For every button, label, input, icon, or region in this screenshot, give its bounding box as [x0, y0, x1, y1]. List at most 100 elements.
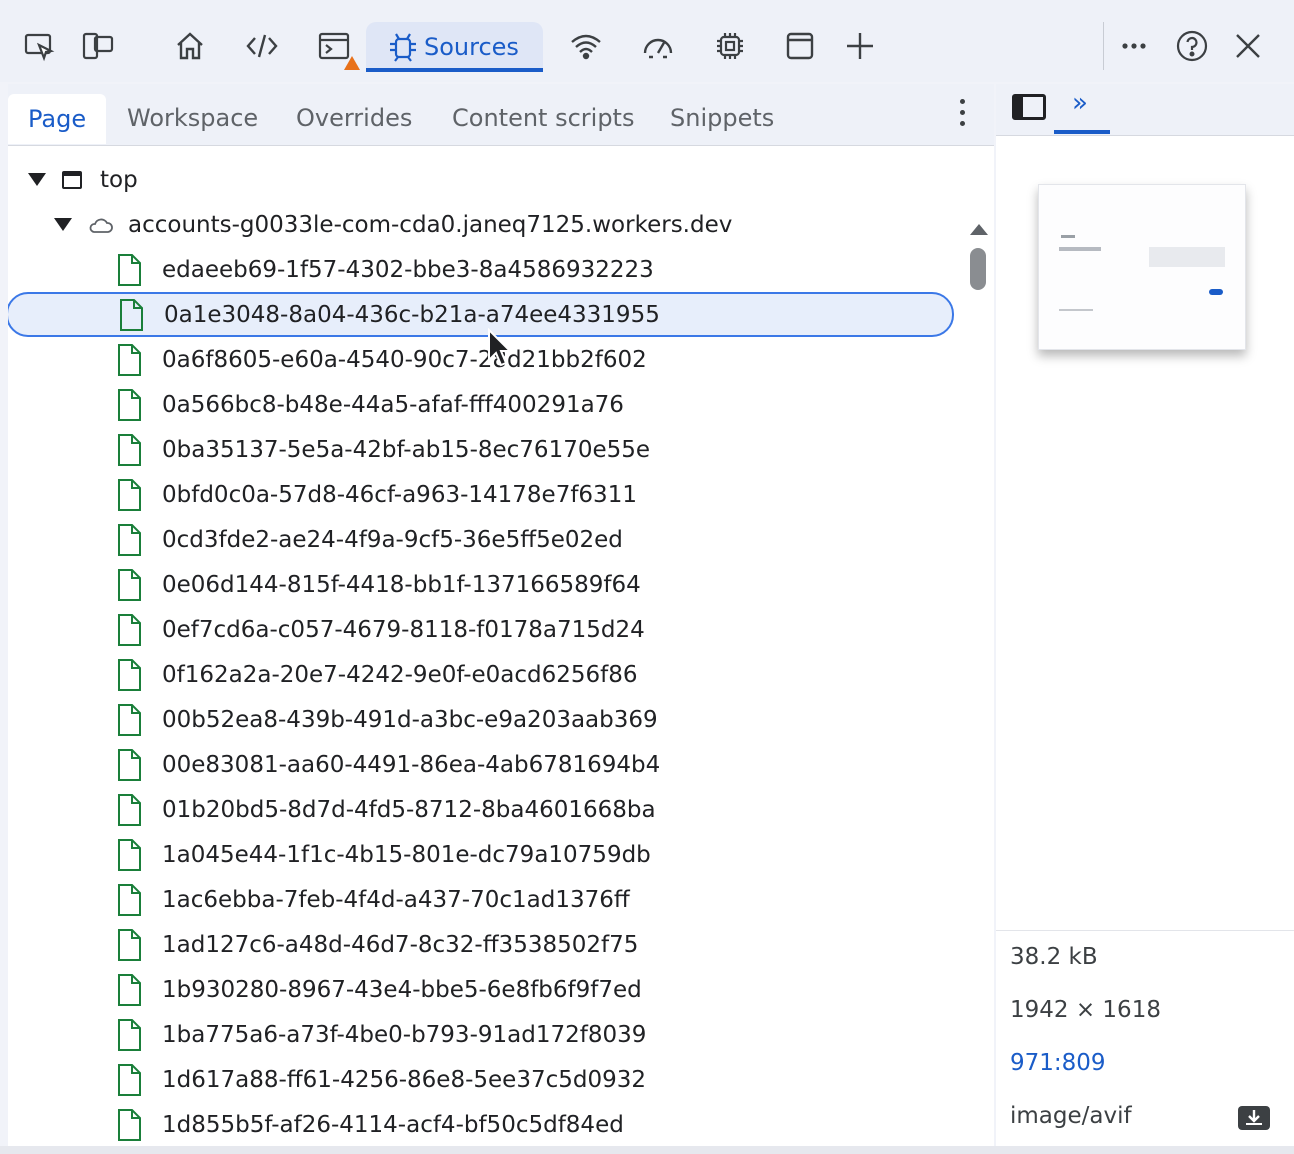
devtools-window: Sources Page Workspace Overrides Content… — [0, 0, 1294, 1154]
tree-file-label: 1ac6ebba-7feb-4f4d-a437-70c1ad1376ff — [162, 886, 630, 913]
tree-file-item[interactable]: 1ac6ebba-7feb-4f4d-a437-70c1ad1376ff — [8, 877, 954, 922]
elements-icon[interactable] — [242, 26, 282, 66]
navigator-menu-icon[interactable] — [952, 92, 972, 132]
tree-node-domain-label: accounts-g0033le-com-cda0.janeq7125.work… — [128, 211, 733, 238]
tree-file-label: 1ba775a6-a73f-4be0-b793-91ad172f8039 — [162, 1021, 647, 1048]
tab-snippets[interactable]: Snippets — [670, 96, 774, 140]
download-icon[interactable] — [1236, 1104, 1272, 1132]
tree-file-label: 0bfd0c0a-57d8-46cf-a963-14178e7f6311 — [162, 481, 637, 508]
active-tab-indicator — [366, 68, 543, 72]
tree-file-item[interactable]: 1ba775a6-a73f-4be0-b793-91ad172f8039 — [8, 1012, 954, 1057]
tree-file-label: 1b930280-8967-43e4-bbe5-6e8fb6f9f7ed — [162, 976, 642, 1003]
tab-content-scripts[interactable]: Content scripts — [452, 96, 634, 140]
performance-icon[interactable] — [638, 26, 678, 66]
file-icon — [118, 433, 141, 466]
frame-icon — [62, 170, 82, 189]
tree-file-item[interactable]: 0a6f8605-e60a-4540-90c7-28d21bb2f602 — [8, 337, 954, 382]
tree-file-label: 00b52ea8-439b-491d-a3bc-e9a203aab369 — [162, 706, 658, 733]
file-icon — [118, 1018, 141, 1051]
file-icon — [118, 793, 141, 826]
tree-file-label: 1ad127c6-a48d-46d7-8c32-ff3538502f75 — [162, 931, 639, 958]
tree-node-domain[interactable]: accounts-g0033le-com-cda0.janeq7125.work… — [8, 202, 954, 247]
file-icon — [118, 1108, 141, 1141]
add-tool-icon[interactable] — [840, 26, 880, 66]
tree-file-item[interactable]: 1ad127c6-a48d-46d7-8c32-ff3538502f75 — [8, 922, 954, 967]
tree-file-item[interactable]: 1d617a88-ff61-4256-86e8-5ee37c5d0932 — [8, 1057, 954, 1102]
file-icon — [118, 478, 141, 511]
file-icon — [118, 748, 141, 781]
tree-file-label: 1a045e44-1f1c-4b15-801e-dc79a10759db — [162, 841, 651, 868]
file-icon — [118, 343, 141, 376]
active-tab-indicator — [1054, 130, 1110, 134]
tree-file-label: 0cd3fde2-ae24-4f9a-9cf5-36e5ff5e02ed — [162, 526, 623, 553]
toolbar-divider — [1103, 22, 1104, 70]
tree-file-label: 0ba35137-5e5a-42bf-ab15-8ec76170e55e — [162, 436, 651, 463]
tree-file-item[interactable]: 0f162a2a-20e7-4242-9e0f-e0acd6256f86 — [8, 652, 954, 697]
file-icon — [118, 703, 141, 736]
tree-file-item[interactable]: 0e06d144-815f-4418-bb1f-137166589f64 — [8, 562, 954, 607]
close-icon[interactable] — [1228, 26, 1268, 66]
tab-overrides[interactable]: Overrides — [296, 96, 412, 140]
tree-file-label: 0f162a2a-20e7-4242-9e0f-e0acd6256f86 — [162, 661, 638, 688]
expand-triangle-icon[interactable] — [54, 218, 72, 231]
application-icon[interactable] — [780, 26, 820, 66]
file-icon — [118, 883, 141, 916]
tree-file-item[interactable]: 00e83081-aa60-4491-86ea-4ab6781694b4 — [8, 742, 954, 787]
tree-file-item[interactable]: 00b52ea8-439b-491d-a3bc-e9a203aab369 — [8, 697, 954, 742]
main-toolbar: Sources — [0, 0, 1294, 82]
tree-file-item[interactable]: 1a045e44-1f1c-4b15-801e-dc79a10759db — [8, 832, 954, 877]
tree-file-item[interactable]: 01b20bd5-8d7d-4fd5-8712-8ba4601668ba — [8, 787, 954, 832]
tree-node-top-label: top — [100, 166, 138, 193]
mouse-cursor-icon — [488, 328, 513, 367]
inspect-icon[interactable] — [20, 26, 60, 66]
tree-file-item[interactable]: 0a1e3048-8a04-436c-b21a-a74ee4331955 — [8, 292, 954, 337]
file-tree: top accounts-g0033le-com-cda0.janeq7125.… — [8, 146, 994, 1146]
file-icon — [118, 568, 141, 601]
tab-sources[interactable]: Sources — [366, 22, 543, 72]
tree-file-label: edaeeb69-1f57-4302-bbe3-8a4586932223 — [162, 256, 654, 283]
tree-file-label: 1d855b5f-af26-4114-acf4-bf50c5df84ed — [162, 1111, 624, 1138]
help-icon[interactable] — [1172, 26, 1212, 66]
file-icon — [118, 973, 141, 1006]
tree-file-label: 0e06d144-815f-4418-bb1f-137166589f64 — [162, 571, 641, 598]
tree-file-label: 00e83081-aa60-4491-86ea-4ab6781694b4 — [162, 751, 661, 778]
file-icon — [118, 388, 141, 421]
scroll-up-arrow-icon[interactable] — [970, 224, 988, 235]
tab-sources-label: Sources — [424, 33, 519, 61]
divider — [996, 930, 1294, 931]
sources-icon — [390, 33, 416, 62]
expand-triangle-icon[interactable] — [28, 173, 46, 186]
more-icon[interactable] — [1114, 26, 1154, 66]
file-icon — [118, 253, 141, 286]
tree-file-label: 0a1e3048-8a04-436c-b21a-a74ee4331955 — [164, 301, 660, 328]
file-icon — [118, 838, 141, 871]
tree-file-item[interactable]: 1d855b5f-af26-4114-acf4-bf50c5df84ed — [8, 1102, 954, 1146]
tree-node-top[interactable]: top — [8, 157, 954, 202]
image-file-size: 38.2 kB — [1010, 944, 1098, 970]
cloud-icon — [89, 218, 113, 233]
file-icon — [118, 613, 141, 646]
image-dimensions: 1942 × 1618 — [1010, 997, 1161, 1023]
memory-icon[interactable] — [710, 26, 750, 66]
preview-panel-header: » — [996, 84, 1294, 136]
tree-file-item[interactable]: 0cd3fde2-ae24-4f9a-9cf5-36e5ff5e02ed — [8, 517, 954, 562]
tree-file-item[interactable]: edaeeb69-1f57-4302-bbe3-8a4586932223 — [8, 247, 954, 292]
network-icon[interactable] — [566, 26, 606, 66]
toggle-sidebar-icon[interactable] — [1012, 94, 1046, 120]
tree-file-item[interactable]: 0bfd0c0a-57d8-46cf-a963-14178e7f6311 — [8, 472, 954, 517]
tree-file-item[interactable]: 1b930280-8967-43e4-bbe5-6e8fb6f9f7ed — [8, 967, 954, 1012]
tree-file-item[interactable]: 0ba35137-5e5a-42bf-ab15-8ec76170e55e — [8, 427, 954, 472]
tab-workspace[interactable]: Workspace — [127, 96, 258, 140]
scrollbar-thumb[interactable] — [970, 248, 986, 290]
image-aspect-ratio: 971:809 — [1010, 1050, 1106, 1076]
tree-file-label: 1d617a88-ff61-4256-86e8-5ee37c5d0932 — [162, 1066, 646, 1093]
navigator-panel: Page Workspace Overrides Content scripts… — [8, 84, 994, 1146]
home-icon[interactable] — [170, 26, 210, 66]
chevron-double-right-icon[interactable]: » — [1072, 88, 1088, 118]
tree-file-item[interactable]: 0ef7cd6a-c057-4679-8118-f0178a715d24 — [8, 607, 954, 652]
tab-page[interactable]: Page — [8, 94, 107, 144]
image-preview-thumbnail — [1038, 184, 1246, 350]
device-toggle-icon[interactable] — [78, 26, 118, 66]
tree-file-label: 0a566bc8-b48e-44a5-afaf-fff400291a76 — [162, 391, 624, 418]
tree-file-item[interactable]: 0a566bc8-b48e-44a5-afaf-fff400291a76 — [8, 382, 954, 427]
